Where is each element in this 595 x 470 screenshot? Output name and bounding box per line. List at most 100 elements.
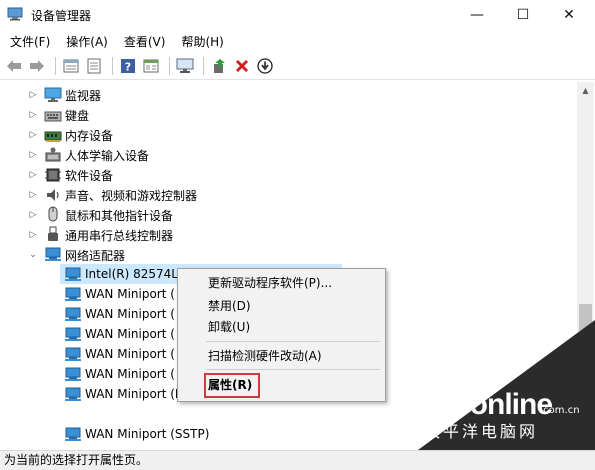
chevron-right-icon[interactable]: ▷ (28, 230, 38, 240)
network-adapter-icon (65, 367, 81, 381)
status-text: 为当前的选择打开属性页。 (4, 453, 149, 467)
tree-item-label: 声音、视频和游戏控制器 (65, 188, 198, 203)
tree-item-network-adapters[interactable]: ⌄ 网络适配器 (0, 245, 577, 265)
network-adapter-icon (65, 427, 81, 441)
menu-action[interactable]: 操作(A) (66, 33, 108, 50)
watermark-brand: PConline (430, 388, 553, 421)
uninstall-x-icon[interactable] (232, 56, 252, 76)
menu-item-label: 属性(R) (208, 378, 253, 392)
download-icon[interactable] (255, 56, 275, 76)
mouse-icon (48, 206, 58, 222)
chevron-right-icon[interactable]: ▷ (28, 90, 38, 100)
tree-item-label: 软件设备 (65, 168, 114, 183)
menu-separator (206, 341, 380, 342)
tree-item-label: 监视器 (65, 88, 102, 103)
tree-item-label: 键盘 (65, 108, 90, 123)
view-details-icon[interactable] (141, 56, 161, 76)
forward-arrow-icon[interactable] (27, 56, 47, 76)
tree-item-label: 鼠标和其他指针设备 (65, 208, 174, 223)
maximize-icon: ☐ (516, 7, 530, 23)
chevron-right-icon[interactable]: ▷ (28, 210, 38, 220)
menu-bar: 文件(F) 操作(A) 查看(V) 帮助(H) (0, 30, 595, 52)
toolbar-separator (169, 56, 170, 75)
menu-item-label: 更新驱动程序软件(P)... (208, 276, 333, 290)
network-adapter-icon (65, 387, 81, 401)
close-icon: ✕ (563, 7, 575, 23)
menu-item-disable[interactable]: 禁用(D) (208, 296, 251, 316)
minimize-button[interactable]: — (454, 0, 500, 30)
tree-view-icon[interactable] (61, 56, 81, 76)
network-child-wan-sstp[interactable]: WAN Miniport (SSTP) (60, 424, 360, 444)
context-menu: 更新驱动程序软件(P)... 禁用(D) 卸载(U) 扫描检测硬件改动(A) 属… (177, 268, 386, 402)
tree-item-label: 通用串行总线控制器 (65, 228, 174, 243)
chevron-right-icon[interactable]: ▷ (28, 110, 38, 120)
menu-item-properties[interactable]: 属性(R) (208, 375, 252, 395)
network-adapter-icon (65, 307, 81, 321)
tree-item-label: WAN Miniport ( (85, 327, 175, 341)
tree-item-label: WAN Miniport ( (85, 367, 175, 381)
watermark-domain: .com.cn (540, 405, 580, 416)
tree-item-keyboard[interactable]: ▷ 键盘 (0, 105, 577, 125)
minimize-icon: — (470, 7, 484, 23)
status-bar: 为当前的选择打开属性页。 (0, 450, 595, 470)
network-adapter-icon (45, 247, 61, 261)
tree-item-label: WAN Miniport (SSTP) (85, 427, 210, 441)
menu-item-uninstall[interactable]: 卸载(U) (208, 317, 250, 337)
menu-view[interactable]: 查看(V) (124, 33, 166, 50)
tree-item-label: Intel(R) 82574L (85, 267, 178, 281)
tree-item-hid[interactable]: ▷ 人体学输入设备 (0, 145, 577, 165)
chevron-right-icon[interactable]: ▷ (28, 130, 38, 140)
tree-item-label: WAN Miniport ( (85, 307, 175, 321)
speaker-icon (47, 189, 59, 201)
tree-item-sound[interactable]: ▷ 声音、视频和游戏控制器 (0, 185, 577, 205)
menu-item-label: 扫描检测硬件改动(A) (208, 349, 322, 363)
tree-item-label: 网络适配器 (65, 248, 126, 263)
chevron-right-icon[interactable]: ▷ (28, 190, 38, 200)
tree-item-usb[interactable]: ▷ 通用串行总线控制器 (0, 225, 577, 245)
close-button[interactable]: ✕ (546, 0, 592, 30)
memory-icon (44, 131, 62, 142)
toolbar-separator (55, 56, 56, 75)
network-adapter-icon (65, 267, 81, 281)
toolbar-separator (112, 56, 113, 75)
tree-item-monitor[interactable]: ▷ 监视器 (0, 85, 577, 105)
monitor-scan-icon[interactable] (175, 56, 195, 76)
menu-item-label: 卸载(U) (208, 320, 251, 334)
hid-icon (45, 147, 61, 162)
back-arrow-icon[interactable] (4, 56, 24, 76)
watermark-brand-cn: 太平洋电脑网 (424, 422, 539, 441)
device-manager-icon (7, 7, 23, 21)
tree-item-memory[interactable]: ▷ 内存设备 (0, 125, 577, 145)
menu-item-update-driver[interactable]: 更新驱动程序软件(P)... (208, 273, 332, 293)
network-adapter-icon (65, 327, 81, 341)
tree-item-software-device[interactable]: ▷ 软件设备 (0, 165, 577, 185)
chevron-down-icon[interactable]: ⌄ (28, 250, 38, 260)
toolbar: ? (0, 52, 595, 80)
chevron-right-icon[interactable]: ▷ (28, 150, 38, 160)
toolbar-separator (203, 56, 204, 75)
menu-item-scan-hardware[interactable]: 扫描检测硬件改动(A) (208, 346, 322, 366)
menu-item-label: 禁用(D) (208, 299, 251, 313)
window-title: 设备管理器 (31, 9, 92, 23)
help-icon[interactable]: ? (118, 56, 138, 76)
keyboard-icon (44, 111, 62, 122)
network-adapter-icon (65, 347, 81, 361)
properties-icon[interactable] (84, 56, 104, 76)
title-bar: 设备管理器 — ☐ ✕ (0, 0, 595, 30)
tree-item-label: 人体学输入设备 (65, 148, 150, 163)
tree-item-mouse[interactable]: ▷ 鼠标和其他指针设备 (0, 205, 577, 225)
tree-item-label: WAN Miniport ( (85, 287, 175, 301)
monitor-icon (44, 87, 62, 102)
scroll-up-icon[interactable]: ▲ (577, 82, 594, 99)
usb-icon (48, 226, 58, 241)
software-device-icon (45, 168, 61, 182)
chevron-right-icon[interactable]: ▷ (28, 170, 38, 180)
network-adapter-icon (65, 287, 81, 301)
tree-item-label: 内存设备 (65, 128, 114, 143)
menu-file[interactable]: 文件(F) (10, 33, 50, 50)
update-driver-icon[interactable] (209, 56, 229, 76)
tree-item-label: WAN Miniport ( (85, 347, 175, 361)
svg-text:?: ? (125, 60, 131, 73)
maximize-button[interactable]: ☐ (500, 0, 546, 30)
menu-help[interactable]: 帮助(H) (181, 33, 223, 50)
